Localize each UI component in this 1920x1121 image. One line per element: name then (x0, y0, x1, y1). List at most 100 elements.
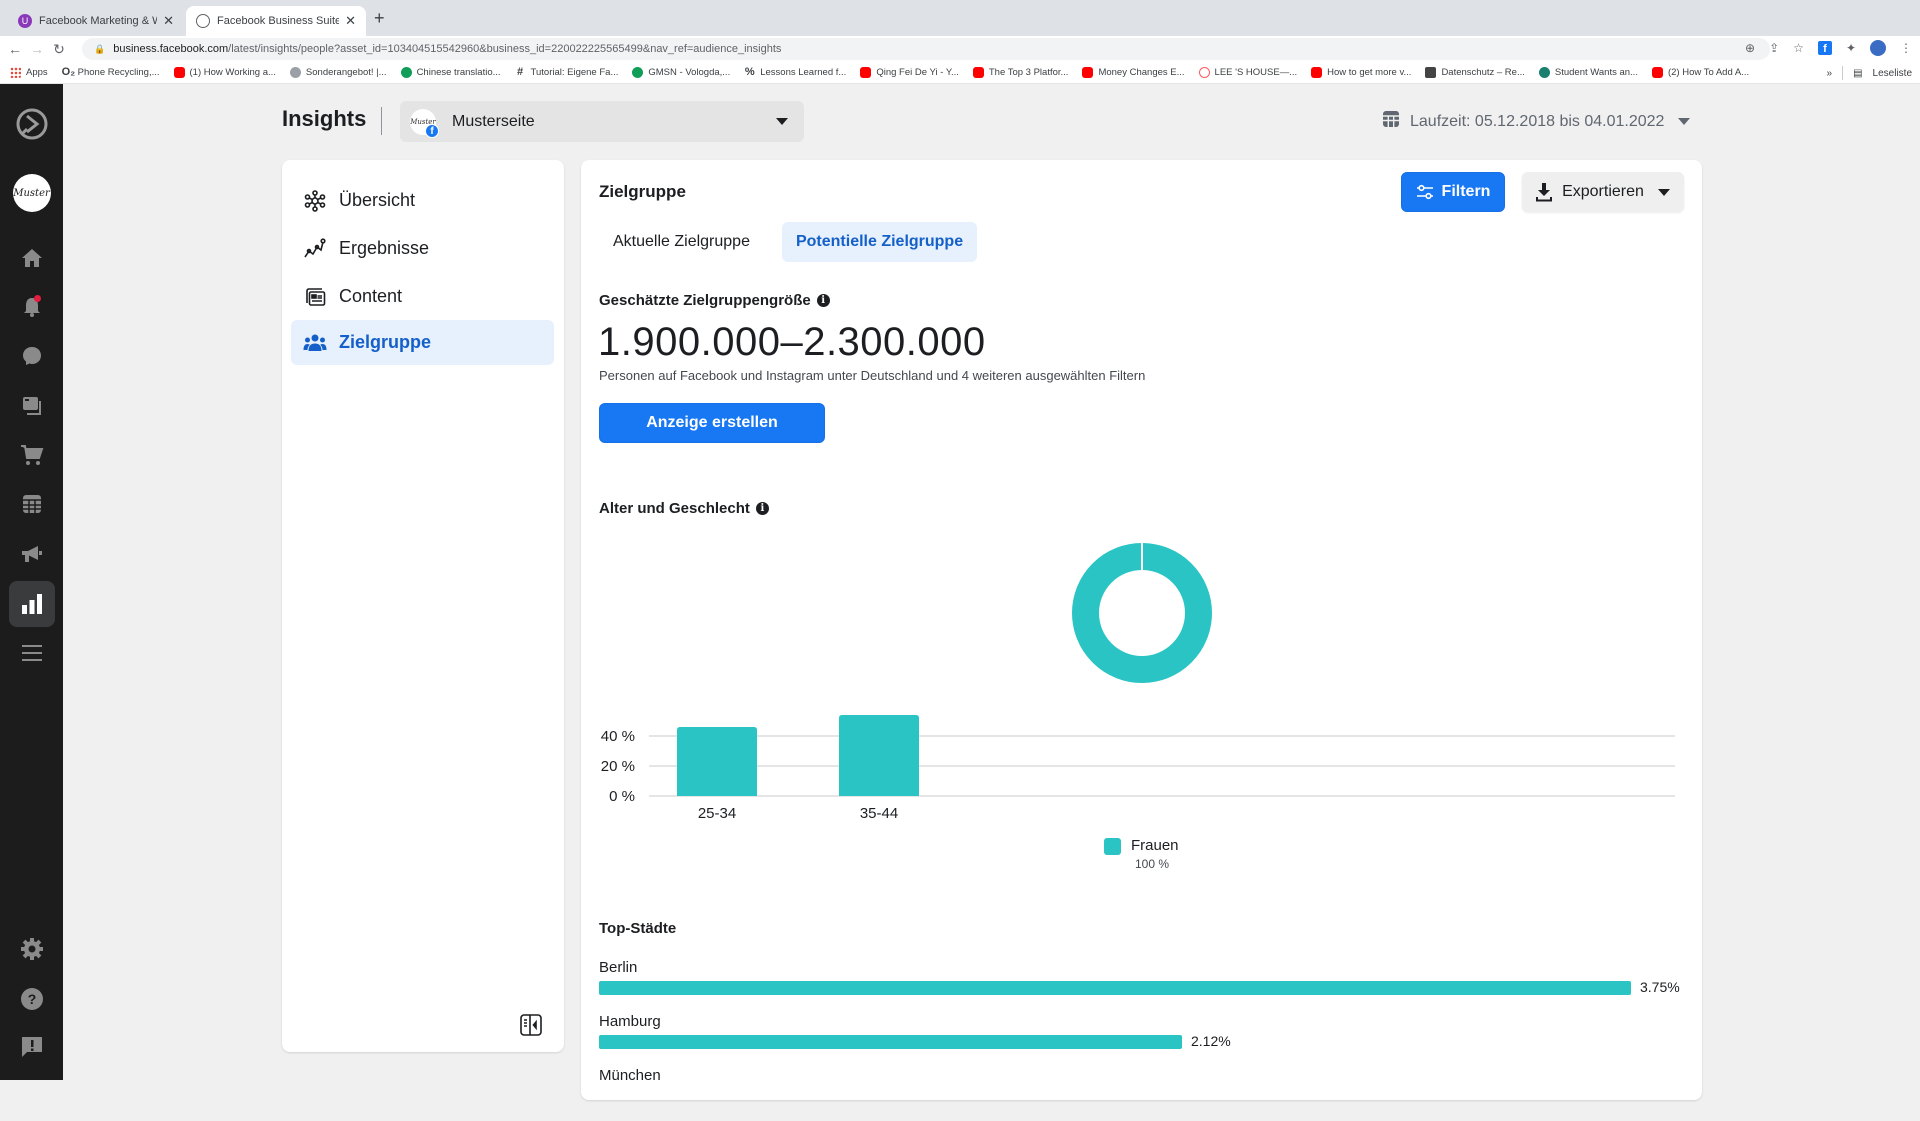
bookmark-item[interactable]: How to get more v... (1311, 67, 1411, 78)
city-bar (599, 1035, 1182, 1049)
extensions-puzzle-icon[interactable]: ✦ (1846, 41, 1856, 55)
bookmark-item[interactable]: Qing Fei De Yi - Y... (860, 67, 959, 78)
posts-icon[interactable] (0, 391, 63, 421)
date-range-label: Laufzeit: 05.12.2018 bis 04.01.2022 (1410, 112, 1665, 130)
bookmark-item[interactable]: Datenschutz – Re... (1425, 67, 1525, 78)
bookmark-item[interactable]: Money Changes E... (1082, 67, 1185, 78)
browser-menu-icon[interactable]: ⋮ (1900, 41, 1912, 55)
bookmark-star-icon[interactable]: ☆ (1793, 41, 1804, 55)
overview-icon (303, 189, 327, 213)
card-title: Zielgruppe (599, 182, 686, 201)
insights-chart-icon[interactable] (0, 589, 63, 619)
city-row: Hamburg 2.12% (599, 1013, 1689, 1067)
bookmark-item[interactable]: The Top 3 Platfor... (972, 67, 1068, 78)
url-input[interactable]: 🔒 business.facebook.com /latest/insights… (82, 38, 1770, 60)
info-icon[interactable]: i (816, 294, 830, 307)
audience-card: Zielgruppe Filtern Exportieren Aktuelle … (581, 160, 1702, 1100)
business-suite-logo-icon[interactable] (0, 104, 63, 144)
messages-icon[interactable] (0, 341, 63, 371)
url-host: business.facebook.com (113, 43, 229, 55)
close-tab-icon[interactable]: ✕ (345, 13, 356, 29)
age-gender-heading: Alter und Geschlecht i (599, 500, 769, 517)
browser-tab[interactable]: U Facebook Marketing & Werbea ✕ (8, 6, 184, 36)
bookmark-item[interactable]: Chinese translatio... (400, 67, 501, 78)
browser-tab-active[interactable]: Facebook Business Suite ✕ (186, 6, 366, 36)
share-icon[interactable]: ⇪ (1769, 41, 1779, 55)
audience-tabs: Aktuelle Zielgruppe Potentielle Zielgrup… (599, 222, 978, 262)
back-icon[interactable]: ← (4, 41, 26, 57)
bookmark-item[interactable]: (2) How To Add A... (1651, 67, 1749, 78)
calendar-icon (1382, 110, 1400, 133)
settings-gear-icon[interactable] (0, 934, 63, 964)
city-name: Berlin (599, 959, 638, 976)
page-avatar[interactable]: Muster (0, 170, 63, 216)
bookmark-favicon-icon (1082, 67, 1094, 78)
bookmark-favicon-icon (632, 67, 644, 78)
bookmark-label: GMSN - Vologda,... (648, 67, 731, 78)
forward-icon[interactable]: → (26, 41, 48, 57)
export-button[interactable]: Exportieren (1522, 172, 1684, 212)
reload-icon[interactable]: ↻ (48, 41, 70, 58)
bookmark-label: Phone Recycling,... (77, 67, 160, 78)
nav-item-overview[interactable]: Übersicht (291, 178, 554, 223)
info-icon[interactable]: i (755, 502, 769, 515)
legend-value: 100 % (1135, 857, 1170, 871)
filter-button[interactable]: Filtern (1401, 172, 1505, 212)
bookmark-item[interactable]: Sonderangebot! |... (289, 67, 387, 78)
age-gender-chart: 0 % 20 % 40 % 25-34 35-44 (601, 543, 1675, 822)
profile-avatar[interactable] (1870, 40, 1886, 56)
facebook-extension-icon[interactable]: f (1817, 41, 1832, 55)
svg-text:?: ? (27, 991, 36, 1007)
browser-tab-bar: U Facebook Marketing & Werbea ✕ Facebook… (0, 0, 1920, 36)
bookmark-label: Student Wants an... (1554, 67, 1638, 78)
nav-item-content[interactable]: Content (291, 274, 554, 319)
nav-item-label: Zielgruppe (339, 332, 432, 352)
create-ad-button[interactable]: Anzeige erstellen (599, 403, 825, 443)
bookmark-item[interactable]: GMSN - Vologda,... (632, 67, 730, 78)
results-icon (303, 237, 327, 261)
city-row: München (599, 1067, 1689, 1121)
home-icon[interactable] (0, 243, 63, 273)
collapse-panel-icon[interactable] (520, 1014, 542, 1036)
bookmark-item[interactable]: Student Wants an... (1538, 67, 1638, 78)
tab-current-audience[interactable]: Aktuelle Zielgruppe (599, 222, 764, 262)
lock-icon: 🔒 (94, 43, 106, 54)
tab-favicon-icon (196, 14, 210, 28)
menu-hamburger-icon[interactable] (0, 638, 63, 668)
nav-item-audience[interactable]: Zielgruppe (291, 320, 554, 365)
close-tab-icon[interactable]: ✕ (163, 13, 174, 29)
zoom-icon[interactable]: ⊕ (1745, 41, 1755, 55)
address-bar-row: ← → ↻ 🔒 business.facebook.com /latest/in… (0, 36, 1920, 62)
page-avatar: Muster f (410, 108, 439, 138)
tab-potential-audience[interactable]: Potentielle Zielgruppe (781, 222, 978, 262)
commerce-cart-icon[interactable] (0, 440, 63, 470)
bookmark-label: How to get more v... (1327, 67, 1412, 78)
new-tab-button[interactable]: + (374, 8, 385, 29)
reading-list-icon[interactable]: ▤ (1853, 68, 1862, 79)
bookmark-favicon-icon (972, 67, 984, 78)
bookmark-item[interactable]: Apps (10, 67, 48, 78)
nav-item-label: Ergebnisse (339, 238, 430, 258)
ads-megaphone-icon[interactable] (0, 539, 63, 569)
date-range-selector[interactable]: Laufzeit: 05.12.2018 bis 04.01.2022 (1382, 110, 1691, 133)
y-tick-label: 40 % (601, 728, 635, 745)
bookmark-item[interactable]: O₂ Phone Recycling,... (62, 67, 160, 79)
bookmark-favicon-icon (1311, 67, 1323, 78)
notifications-bell-icon[interactable] (0, 292, 63, 322)
filter-sliders-icon (1416, 184, 1433, 200)
bookmark-item[interactable]: LEE 'S HOUSE—... (1198, 67, 1297, 78)
help-question-icon[interactable]: ? (0, 984, 63, 1014)
planner-calendar-icon[interactable] (0, 489, 63, 519)
download-icon (1536, 183, 1553, 202)
feedback-icon[interactable] (0, 1032, 63, 1062)
bookmark-item[interactable]: (1) How Working a... (173, 67, 276, 78)
notification-badge (34, 295, 41, 302)
nav-item-results[interactable]: Ergebnisse (291, 226, 554, 271)
more-bookmarks-button[interactable]: » (1827, 68, 1833, 79)
bookmark-favicon-icon (860, 67, 872, 78)
bookmark-item[interactable]: % Lessons Learned f... (744, 67, 846, 79)
y-tick-label: 0 % (609, 788, 635, 805)
bookmark-item[interactable]: # Tutorial: Eigene Fa... (515, 67, 618, 79)
page-selector-dropdown[interactable]: Muster f Musterseite (400, 101, 804, 142)
reading-list-label[interactable]: Leseliste (1873, 68, 1912, 79)
